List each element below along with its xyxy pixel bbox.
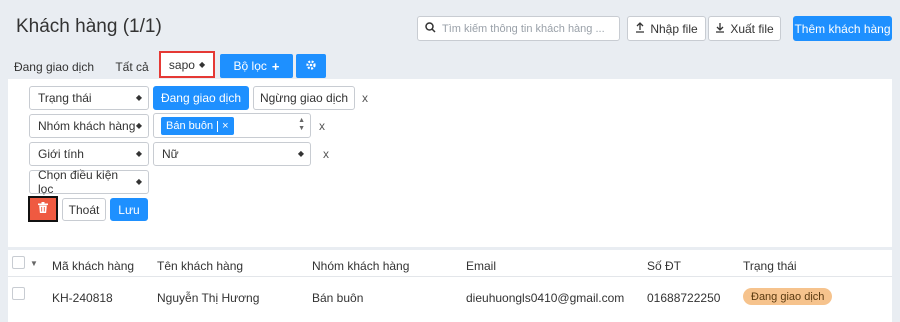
sort-caret-icon: ◆ (198, 59, 206, 69)
delete-filter-button[interactable] (28, 196, 58, 222)
search-icon (425, 21, 436, 36)
cell-customer-name[interactable]: Nguyễn Thị Hương (157, 291, 259, 305)
header-divider (8, 276, 892, 277)
option-stopped-trading[interactable]: Ngừng giao dịch (253, 86, 355, 110)
select-all-checkbox[interactable] (12, 256, 25, 269)
select-caret-icon: ◆ (135, 177, 142, 186)
filter-field-label: Trạng thái (38, 91, 92, 105)
cell-phone: 01688722250 (647, 291, 721, 305)
search-box[interactable] (417, 16, 620, 41)
exit-button[interactable]: Thoát (62, 198, 106, 221)
column-header-group[interactable]: Nhóm khách hàng (312, 259, 409, 273)
select-caret-icon: ◆ (135, 121, 142, 130)
tab-saved-filter[interactable]: sapo ◆ (159, 51, 215, 78)
tag-remove-icon[interactable]: × (222, 120, 228, 132)
export-label: Xuất file (730, 21, 774, 36)
cell-customer-group: Bán buôn (312, 291, 364, 305)
filter-field-group[interactable]: Nhóm khách hàng ◆ (29, 114, 149, 138)
tab-all[interactable]: Tất cả (107, 56, 157, 78)
upload-icon (635, 21, 645, 36)
export-button[interactable]: Xuất file (708, 16, 781, 41)
tag-label: Bán buôn (166, 120, 214, 132)
filter-field-gender[interactable]: Giới tính ◆ (29, 142, 149, 166)
column-header-email[interactable]: Email (466, 259, 496, 273)
select-caret-icon: ◆ (135, 93, 142, 102)
import-button[interactable]: Nhập file (627, 16, 706, 41)
chevron-down-icon[interactable]: ▼ (30, 259, 38, 268)
spinner-arrows-icon: ▲ ▼ (298, 117, 305, 132)
plus-icon: + (271, 58, 280, 74)
filter-field-label: Giới tính (38, 147, 84, 161)
column-header-status[interactable]: Trạng thái (743, 259, 797, 273)
saved-filter-label: sapo (168, 57, 195, 72)
filter-button[interactable]: Bộ lọc + (220, 54, 293, 78)
trash-icon (38, 202, 48, 216)
download-icon (715, 22, 725, 36)
row-checkbox[interactable] (12, 287, 25, 300)
page-title: Khách hàng (1/1) (16, 16, 162, 37)
filter-label: Bộ lọc (233, 59, 267, 73)
save-button[interactable]: Lưu (110, 198, 148, 221)
tag-wholesale: Bán buôn × (161, 117, 234, 135)
option-active-trading[interactable]: Đang giao dịch (153, 86, 249, 110)
import-label: Nhập file (650, 21, 698, 36)
gender-value: Nữ (162, 147, 179, 161)
search-input[interactable] (442, 22, 612, 35)
column-header-code[interactable]: Mã khách hàng (52, 259, 134, 273)
select-caret-icon: ◆ (135, 149, 142, 158)
remove-filter-icon[interactable]: x (319, 119, 325, 133)
filter-field-label: Chọn điều kiện lọc (38, 168, 119, 196)
gender-select[interactable]: Nữ ◆ (153, 142, 311, 166)
filter-field-status[interactable]: Trạng thái ◆ (29, 86, 149, 110)
select-caret-icon: ◆ (297, 149, 304, 158)
status-badge: Đang giao dịch (743, 288, 833, 305)
add-filter-condition-select[interactable]: Chọn điều kiện lọc ◆ (29, 168, 149, 196)
cell-customer-code[interactable]: KH-240818 (52, 291, 113, 305)
add-customer-button[interactable]: Thêm khách hàng (793, 16, 892, 41)
cell-email: dieuhuongls0410@gmail.com (466, 291, 625, 305)
filter-field-label: Nhóm khách hàng (38, 119, 136, 133)
remove-filter-icon[interactable]: x (362, 91, 368, 105)
settings-button[interactable] (296, 54, 326, 78)
group-multiselect[interactable]: Bán buôn × ▲ ▼ (153, 113, 311, 138)
column-header-name[interactable]: Tên khách hàng (157, 259, 243, 273)
column-header-phone[interactable]: Số ĐT (647, 259, 681, 273)
tab-active-trading[interactable]: Đang giao dịch (8, 56, 100, 78)
gear-icon (305, 59, 317, 74)
remove-filter-icon[interactable]: x (323, 147, 329, 161)
